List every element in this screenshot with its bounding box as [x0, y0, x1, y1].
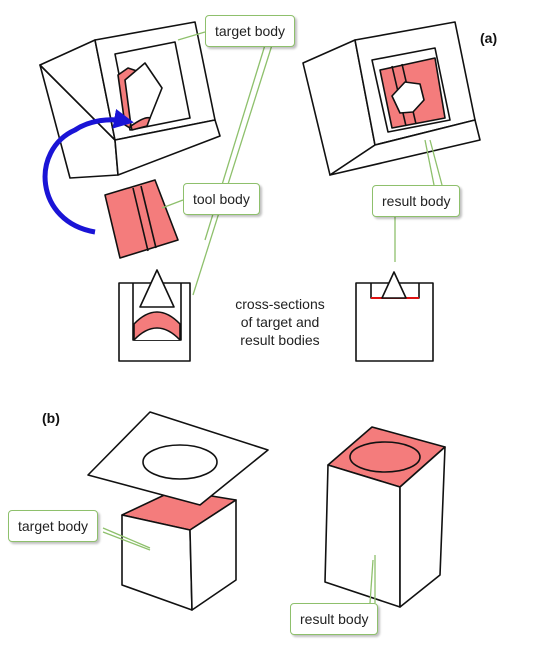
panel-label-b: (b) — [42, 410, 60, 426]
result-body-a-shape — [302, 21, 481, 176]
cross-section-caption: cross-sections of target and result bodi… — [220, 295, 340, 349]
cross-section-target — [118, 269, 191, 362]
callout-result-body-b: result body — [290, 603, 379, 635]
callout-tool-body: tool body — [183, 183, 260, 215]
caption-line-1: cross-sections — [235, 296, 325, 312]
caption-line-3: result bodies — [240, 332, 320, 348]
callout-target-body-b: target body — [8, 510, 99, 542]
callout-target-body-a: target body — [205, 15, 296, 47]
cross-section-result — [355, 271, 434, 362]
callout-result-body-a: result body — [372, 185, 461, 217]
result-body-b-shape — [324, 426, 446, 608]
tool-plate-shape — [87, 411, 269, 506]
caption-line-2: of target and — [240, 314, 320, 330]
target-body-a-shape — [39, 21, 221, 179]
target-body-b-shape — [121, 489, 237, 611]
tool-body-shape — [104, 179, 179, 259]
panel-label-a: (a) — [480, 30, 498, 46]
